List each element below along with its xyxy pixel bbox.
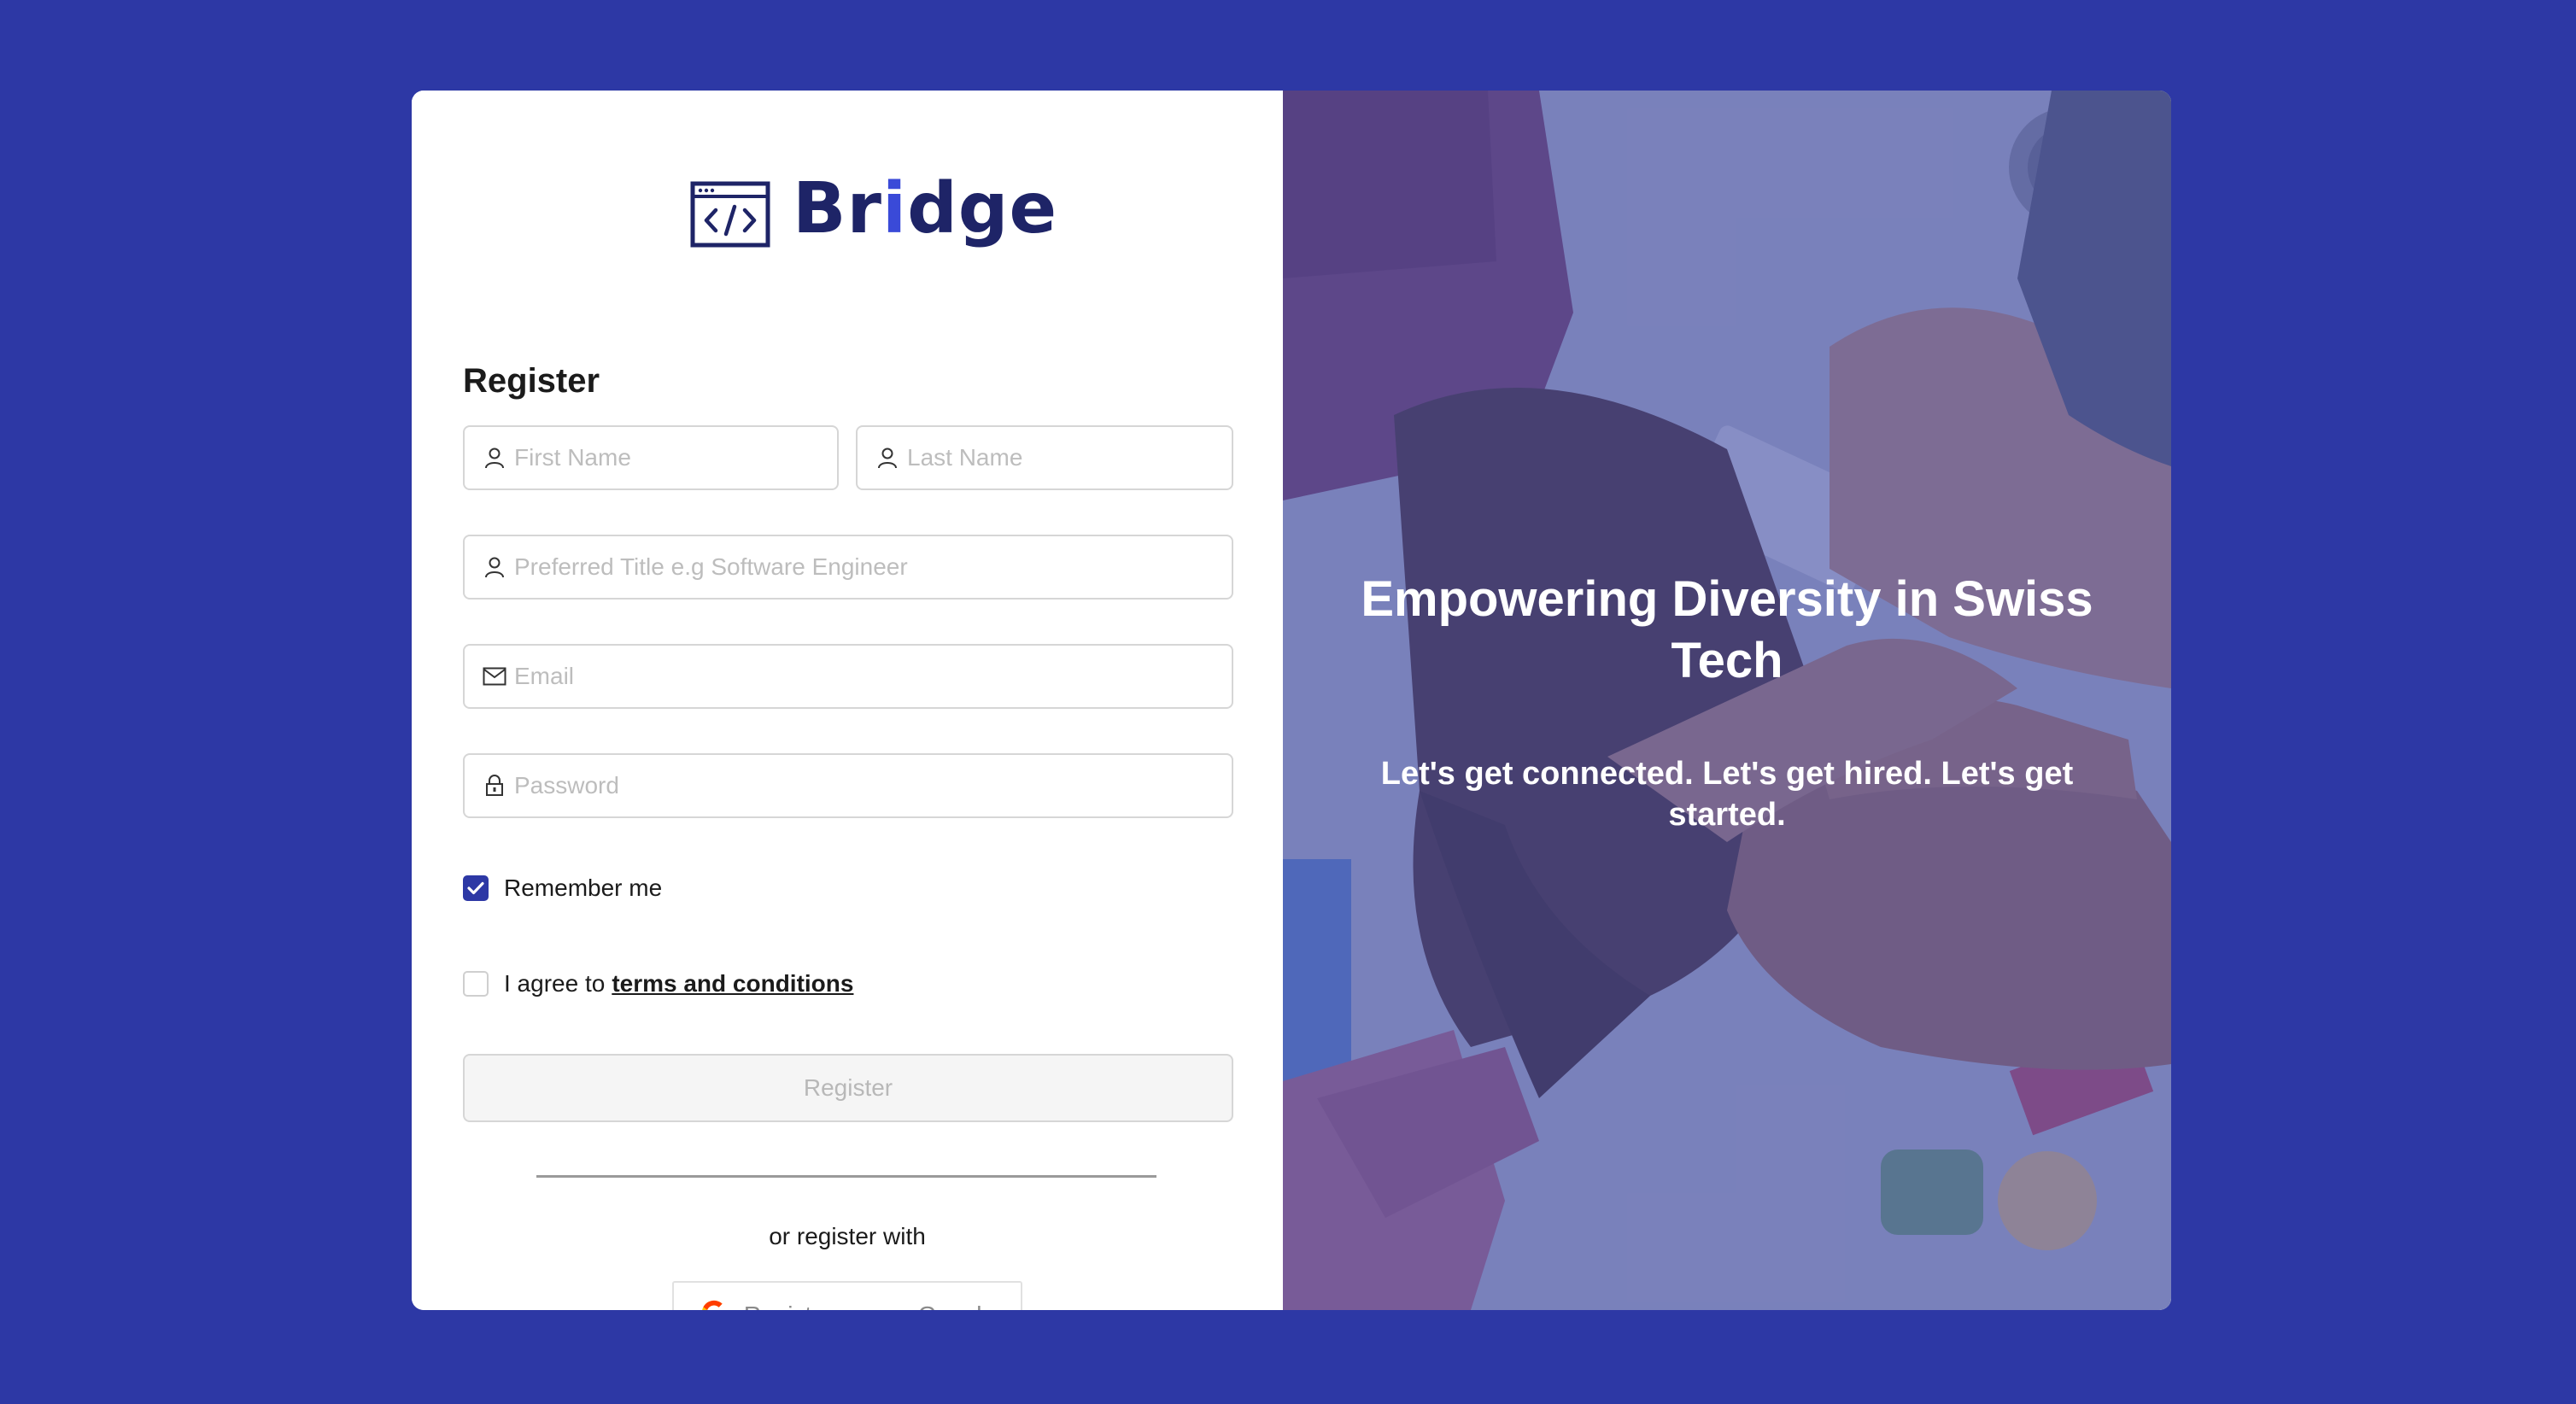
hero-subheadline: Let's get connected. Let's get hired. Le… xyxy=(1380,756,2074,833)
hero-headline: Empowering Diversity in Swiss Tech xyxy=(1361,571,2093,688)
hero-panel: Empowering Diversity in Swiss Tech Let's… xyxy=(1283,91,2171,1310)
google-button-label: Registrarse con Google xyxy=(744,1302,995,1310)
last-name-field[interactable] xyxy=(856,425,1233,490)
mail-icon xyxy=(482,664,507,689)
password-input[interactable] xyxy=(514,755,1232,816)
brand-name-part2: i xyxy=(881,168,908,249)
agree-terms-label[interactable]: I agree to xyxy=(504,970,605,997)
brand-name-part3: dge xyxy=(907,168,1058,249)
or-register-with-text: or register with xyxy=(769,1223,926,1249)
agree-terms-checkbox[interactable] xyxy=(463,971,489,997)
remember-me-row: Remember me xyxy=(463,875,662,902)
form-title: Register xyxy=(463,362,600,400)
preferred-title-field[interactable] xyxy=(463,535,1233,600)
last-name-input[interactable] xyxy=(907,427,1232,488)
preferred-title-input[interactable] xyxy=(514,536,1232,598)
user-icon xyxy=(482,554,507,580)
register-card: Bridge Register First Name Last Name Pre… xyxy=(412,91,2171,1310)
user-icon xyxy=(875,445,900,471)
user-icon xyxy=(482,445,507,471)
google-icon xyxy=(700,1298,729,1310)
remember-me-label[interactable]: Remember me xyxy=(504,875,662,902)
email-input[interactable] xyxy=(514,646,1232,707)
terms-link[interactable]: terms and conditions xyxy=(612,970,853,997)
register-button[interactable]: Register xyxy=(463,1054,1233,1122)
form-panel: Bridge Register First Name Last Name Pre… xyxy=(412,91,1283,1310)
first-name-field[interactable] xyxy=(463,425,839,490)
brand-name-part1: Br xyxy=(793,168,882,249)
lock-icon xyxy=(482,773,507,799)
first-name-input[interactable] xyxy=(514,427,837,488)
brand-logo: Bridge xyxy=(690,159,1057,270)
code-window-icon xyxy=(690,181,770,248)
hero-overlay xyxy=(1283,91,2171,1310)
brand-name: Bridge xyxy=(793,174,1057,244)
password-field[interactable] xyxy=(463,753,1233,818)
agree-terms-row: I agree to terms and conditions xyxy=(463,970,853,997)
email-field[interactable] xyxy=(463,644,1233,709)
google-register-button[interactable]: Registrarse con Google xyxy=(672,1281,1022,1310)
checkmark-icon xyxy=(467,881,484,895)
remember-me-checkbox[interactable] xyxy=(463,875,489,901)
divider xyxy=(536,1175,1156,1178)
